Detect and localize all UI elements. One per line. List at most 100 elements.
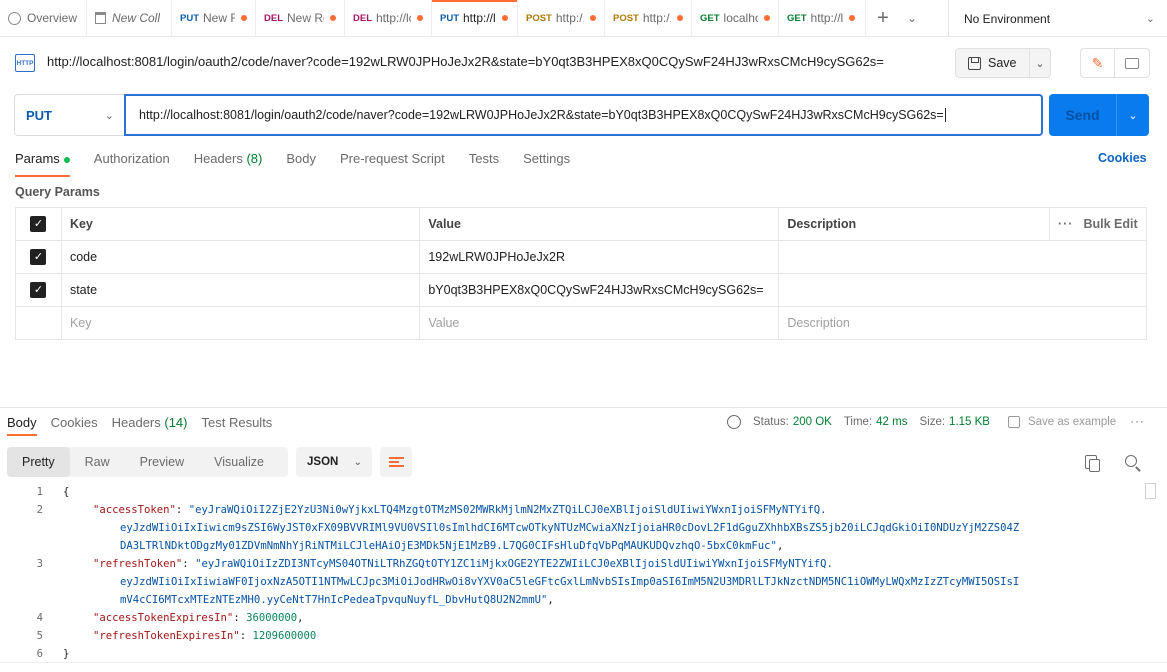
param-description[interactable]	[778, 273, 1147, 307]
params-active-dot-icon	[63, 156, 70, 163]
view-preview-button[interactable]: Preview	[125, 447, 199, 477]
time-value[interactable]: 42 ms	[876, 416, 907, 428]
new-tab-plus-icon[interactable]: +	[866, 0, 900, 37]
tab-response-headers[interactable]: Headers (14)	[112, 415, 188, 430]
code-line: 3 "refreshToken": "eyJraWQiOiIzZDI3NTcyMS…	[0, 555, 1160, 573]
tab-authorization[interactable]: Authorization	[94, 151, 170, 173]
line-number: 3	[36, 558, 43, 570]
tab-test-results[interactable]: Test Results	[202, 415, 273, 430]
bulk-edit-link[interactable]: Bulk Edit	[1083, 217, 1137, 231]
row-checkbox-cell: ✓	[15, 240, 62, 274]
tab-settings[interactable]: Settings	[523, 151, 570, 173]
send-button-group: Send ⌄	[1049, 94, 1149, 136]
more-options-icon[interactable]: ···	[1130, 416, 1145, 428]
tab-response-body[interactable]: Body	[7, 415, 37, 436]
row-checkbox[interactable]: ✓	[30, 249, 47, 265]
globe-icon[interactable]	[727, 415, 741, 429]
param-key[interactable]: code	[60, 240, 421, 274]
tab-request[interactable]: GET http://l	[779, 0, 866, 37]
search-icon[interactable]	[1125, 455, 1137, 467]
save-button[interactable]: Save	[956, 49, 1030, 77]
send-options-chevron-icon[interactable]: ⌄	[1117, 94, 1149, 136]
unsaved-dot-icon	[677, 15, 683, 21]
tab-prerequest-script[interactable]: Pre-request Script	[340, 151, 445, 173]
save-options-chevron-icon[interactable]: ⌄	[1030, 57, 1050, 70]
code-line: 1{	[0, 483, 1160, 501]
response-divider[interactable]	[0, 407, 1167, 408]
wrap-lines-button[interactable]	[380, 447, 412, 477]
json-number: 36000000	[246, 612, 298, 624]
url-input[interactable]: http://localhost:8081/login/oauth2/code/…	[124, 94, 1043, 136]
column-header-description: Description	[778, 207, 1050, 241]
line-number: 1	[36, 486, 43, 498]
code-text: "refreshToken": "eyJraWQiOiIzZDI3NTcyMS0…	[93, 558, 833, 570]
time-label: Time:	[843, 416, 873, 428]
row-checkbox-cell: ✓	[15, 273, 62, 307]
environment-selector[interactable]: No Environment ⌄	[948, 0, 1167, 37]
unsaved-dot-icon	[849, 15, 856, 21]
environment-label: No Environment	[964, 11, 1051, 26]
status-value[interactable]: 200 OK	[793, 416, 832, 428]
tab-request[interactable]: GET localho	[692, 0, 779, 37]
view-visualize-button[interactable]: Visualize	[199, 447, 279, 477]
param-value[interactable]: bY0qt3B3HPEX8xQ0CQySwF24HJ3wRxsCMcH9cySG…	[419, 273, 780, 307]
response-format-select[interactable]: JSON ⌄	[296, 447, 372, 477]
json-key: "accessToken"	[93, 504, 176, 516]
select-all-checkbox[interactable]: ✓	[30, 216, 47, 232]
new-param-description-input[interactable]: Description	[778, 306, 1147, 340]
save-button-group: Save ⌄	[955, 48, 1051, 78]
response-body-code[interactable]: 1{ 2 "accessToken": "eyJraWQiOiI2ZjE2YzU3…	[0, 483, 1160, 663]
param-description[interactable]	[778, 240, 1147, 274]
tab-response-cookies[interactable]: Cookies	[51, 415, 98, 430]
tab-label: New Re	[287, 11, 324, 25]
json-number: 1209600000	[252, 630, 317, 642]
copy-icon[interactable]	[1085, 455, 1100, 472]
row-checkbox[interactable]: ✓	[30, 282, 47, 298]
bulk-edit-cell: ··· Bulk Edit	[1048, 207, 1148, 241]
edit-pencil-icon[interactable]: ✎	[1081, 49, 1115, 77]
code-line-wrap: eyJzdWIiOiIxIiwiaWF0IjoxNzA5OTI1NTMwLCJp…	[0, 573, 1160, 591]
cookies-link[interactable]: Cookies	[1098, 151, 1147, 165]
tab-new-collection[interactable]: New Coll	[87, 0, 172, 37]
row-checkbox-cell	[15, 306, 62, 340]
tab-request[interactable]: DEL http://lc	[345, 0, 432, 37]
headers-count: (8)	[246, 151, 263, 166]
view-pretty-button[interactable]: Pretty	[7, 447, 70, 477]
tab-request[interactable]: POST http:/,	[605, 0, 692, 37]
comments-icon[interactable]	[1115, 49, 1149, 77]
send-button[interactable]: Send	[1049, 94, 1117, 136]
view-toggle-group: ✎	[1080, 48, 1150, 78]
tab-overview[interactable]: Overview	[0, 0, 87, 37]
unsaved-dot-icon	[241, 15, 247, 21]
tab-params[interactable]: Params	[15, 151, 70, 177]
tab-tests[interactable]: Tests	[469, 151, 499, 173]
tab-method: PUT	[440, 12, 459, 24]
save-example-icon	[1007, 416, 1020, 428]
tab-label: New Coll	[112, 11, 161, 25]
view-raw-button[interactable]: Raw	[70, 447, 125, 477]
tab-request[interactable]: POST http:/,	[518, 0, 605, 37]
table-row-empty: Key Value Description	[15, 306, 1147, 340]
tab-label: Headers	[193, 151, 243, 166]
tab-request[interactable]: PUT New Re	[172, 0, 256, 37]
more-dots-icon[interactable]: ···	[1058, 217, 1074, 231]
code-text: "refreshTokenExpiresIn": 1209600000	[93, 630, 317, 642]
tab-request[interactable]: DEL New Re	[256, 0, 345, 37]
line-number: 4	[36, 612, 43, 624]
code-text: DA3LTRlNDktODgzMy01ZDVmNmNhYjRiNTMiLCJle…	[120, 540, 784, 552]
tabs-chevron-down-icon[interactable]: ⌄	[900, 0, 924, 37]
param-value[interactable]: 192wLRW0JPHoJeJx2R	[419, 240, 780, 274]
save-as-example-button[interactable]: Save as example	[1007, 416, 1116, 428]
code-line: 6}	[0, 645, 1160, 663]
request-title[interactable]: http://localhost:8081/login/oauth2/code/…	[47, 54, 884, 69]
param-key[interactable]: state	[60, 273, 421, 307]
new-param-value-input[interactable]: Value	[419, 306, 780, 340]
code-scrollbar-thumb[interactable]	[1145, 483, 1156, 499]
method-select[interactable]: PUT ⌄	[14, 94, 124, 136]
size-value[interactable]: 1.15 KB	[949, 416, 990, 428]
tab-request-active[interactable]: PUT http://l	[432, 0, 518, 37]
new-param-key-input[interactable]: Key	[60, 306, 421, 340]
tab-headers[interactable]: Headers (8)	[194, 151, 263, 173]
request-tab-bar: Overview New Coll PUT New Re DEL New Re …	[0, 0, 1167, 37]
tab-body[interactable]: Body	[286, 151, 316, 173]
